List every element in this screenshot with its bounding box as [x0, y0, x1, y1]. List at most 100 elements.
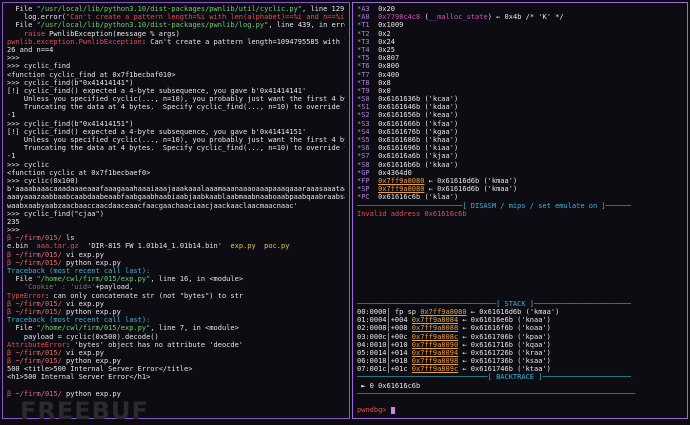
shell-pane[interactable]: File "/usr/local/lib/python3.10/dist-pac…: [2, 2, 350, 419]
text-segment: , line 129, in cyclic: [302, 5, 345, 13]
text-segment: aaayaaazaabbaabcaabdaabeaabfaabgaabhaabi…: [7, 193, 345, 202]
text-segment: *T2: [357, 29, 370, 38]
text-segment: ~/firm/015/: [15, 348, 62, 357]
text-segment: vi exp.py: [61, 348, 104, 357]
pwndbg-line: ───────────────────────────────[ BACKTRA…: [357, 373, 683, 381]
pwndbg-line: [357, 283, 683, 291]
pwndbg-line: *T9 0x0: [357, 87, 683, 95]
shell-line: File "/home/cwl/firm/015/exp.py", line 1…: [7, 275, 345, 283]
text-segment: ← 0x61616f6b ('koaa'): [458, 324, 551, 333]
text-segment: ─────────────────────────────────[ STACK…: [357, 299, 631, 308]
text-segment: 0x7ff9a809c: [411, 365, 459, 374]
text-segment: 0x25: [369, 45, 395, 54]
text-segment: ~/firm/015/: [15, 234, 62, 243]
pwndbg-line: *T2 0x2: [357, 30, 683, 38]
shell-line: 26 and n==4: [7, 46, 345, 54]
text-segment: *GP: [357, 168, 370, 177]
pwndbg-line: *PC 0x61616c6b ('klaa'): [357, 193, 683, 201]
text-segment: [256, 242, 264, 250]
text-segment: 06:0018│+018: [357, 357, 412, 366]
pwndbg-line: *FP 0x7ff9a8080 ← 0x61616d6b ('kmaa'): [357, 177, 683, 185]
text-segment: 02:0008│+008: [357, 324, 412, 333]
pwndbg-line: 05:0014│+014 0x7ff9a8094 ← 0x6161726b ('…: [357, 349, 683, 357]
shell-line: β ~/firm/015/ python exp.py: [7, 308, 345, 316]
pwndbg-line: 06:0018│+018 0x7ff9a8098 ← 0x6161736b ('…: [357, 357, 683, 365]
text-segment: *A3: [357, 5, 370, 13]
text-segment: AttributeError: [7, 340, 67, 349]
pwndbg-line: *T6 0x800: [357, 62, 683, 70]
text-segment: 0x7ff9a8080: [378, 176, 425, 185]
pwndbg-line: *GP 0x4364d0: [357, 169, 683, 177]
shell-line: β ~/firm/015/ vi exp.py: [7, 251, 345, 259]
text-segment: 04:0010│+010: [357, 340, 412, 349]
text-segment: >>> cyclic: [7, 160, 50, 169]
text-segment: ← 0x61616e6b ('knaa'): [458, 316, 551, 325]
shell-output: File "/usr/local/lib/python3.10/dist-pac…: [3, 3, 349, 400]
text-segment: 0x61616b6b ('kkaa'): [369, 160, 459, 169]
pwndbg-line: 01:0004│+004 0x7ff9a8084 ← 0x61616e6b ('…: [357, 316, 683, 324]
pwndbg-pane[interactable]: *A3 0x20 *A0 0x7798c4c8 (__malloc_state) …: [352, 2, 688, 419]
shell-line: Traceback (most recent call last):: [7, 316, 345, 324]
shell-line: 500 <title>500 Internal Server Error</ti…: [7, 365, 345, 373]
text-segment: , line 439, in error: [268, 21, 345, 30]
text-segment: File: [7, 21, 37, 30]
pwndbg-line: [357, 226, 683, 234]
shell-line: β ~/firm/015/ python exp.py: [7, 357, 345, 365]
pwndbg-line: *S8 0x61616b6b ('kkaa'): [357, 161, 683, 169]
pwndbg-line: 00:0000│ fp sp 0x7ff9a8080 ← 0x61616d6b …: [357, 308, 683, 316]
shell-line: TypeError: can only concatenate str (not…: [7, 292, 345, 300]
text-segment: Unless you specified cyclic(..., n=10), …: [7, 136, 345, 144]
text-segment: 0x8: [369, 78, 391, 87]
text-segment: python exp.py: [61, 357, 121, 366]
text-segment: *S7: [357, 152, 370, 161]
shell-line: >>> cyclic_find(b"0x41414151"): [7, 120, 345, 128]
text-segment: 26 and n==4: [7, 45, 54, 54]
text-segment: pwnlib.exception.PwnlibException: [7, 37, 142, 46]
text-segment: -1: [7, 152, 16, 161]
text-segment: 0x7ff9a8088: [411, 324, 459, 333]
text-segment: >>> cyclic_find(b"0x41414141"): [7, 78, 134, 87]
pwndbg-line: 07:001c│+01c 0x7ff9a809c ← 0x6161746b ('…: [357, 365, 683, 373]
pwndbg-line: *S6 0x6161696b ('kiaa'): [357, 144, 683, 152]
text-segment: 0x400: [369, 70, 400, 79]
pwndbg-line: *T3 0x24: [357, 38, 683, 46]
shell-line: >>>: [7, 54, 345, 62]
text-segment: >>> cyclic_find("cjaa"): [7, 209, 104, 218]
pwndbg-line: 04:0010│+010 0x7ff9a8090 ← 0x6161716b ('…: [357, 341, 683, 349]
text-segment: Traceback (most recent call last):: [7, 316, 151, 325]
text-segment: __malloc_state: [428, 13, 488, 22]
text-segment: 0x7ff9a8094: [411, 348, 459, 357]
shell-line: waabxaabyaabzaacbaaccaacdaaceaacfaacgaac…: [7, 202, 345, 210]
text-segment: <function cyclic at 0x7f1becbaef0>: [7, 168, 151, 177]
text-segment: 07:001c│+01c: [357, 365, 412, 374]
text-segment: exp.py: [230, 242, 256, 251]
pwndbg-line: *S0 0x6161636b ('kcaa'): [357, 95, 683, 103]
text-segment: 0x61616c6b ('klaa'): [369, 193, 459, 202]
text-segment: >>> cyclic_find: [7, 62, 71, 71]
shell-line: 235: [7, 218, 345, 226]
text-segment: File: [7, 275, 37, 284]
text-segment: ~/firm/015/: [15, 250, 62, 259]
pwndbg-line: Invalid address 0x61616c6b: [357, 210, 683, 218]
shell-line: Unless you specified cyclic(..., n=10), …: [7, 136, 345, 144]
pwndbg-line: *S4 0x6161676b ('kgaa'): [357, 128, 683, 136]
text-segment: 0x6161656b ('keaa'): [369, 111, 459, 120]
pwndbg-line: [357, 251, 683, 259]
text-segment: e.bin: [7, 242, 37, 251]
pwndbg-line: 02:0008│+008 0x7ff9a8088 ← 0x61616f6b ('…: [357, 324, 683, 332]
text-segment: 0x2: [369, 29, 391, 38]
shell-line: payload = cyclic(0x500).decode(): [7, 333, 345, 341]
pwndbg-line: *S2 0x6161656b ('keaa'): [357, 111, 683, 119]
text-segment: b'aaaabaaacaaadaaaeaaafaaagaaahaaaiaaaja…: [7, 185, 345, 194]
text-segment: Traceback (most recent call last):: [7, 267, 151, 275]
text-segment: *T6: [357, 62, 370, 71]
pwndbg-line: [357, 275, 683, 283]
shell-line: >>> cyclic: [7, 161, 345, 169]
text-segment: <function cyclic_find at 0x7f1becbaf010>: [7, 70, 176, 79]
pwndbg-line: [357, 234, 683, 242]
text-segment: ← 0x6161716b ('kqaa'): [458, 340, 551, 349]
terminal-window: File "/usr/local/lib/python3.10/dist-pac…: [0, 0, 690, 425]
text-segment: 0x6161666b ('kfaa'): [369, 119, 459, 128]
freebuf-watermark: FREEBUF: [20, 396, 149, 425]
text-segment: 0x7ff9a8080: [378, 185, 425, 194]
